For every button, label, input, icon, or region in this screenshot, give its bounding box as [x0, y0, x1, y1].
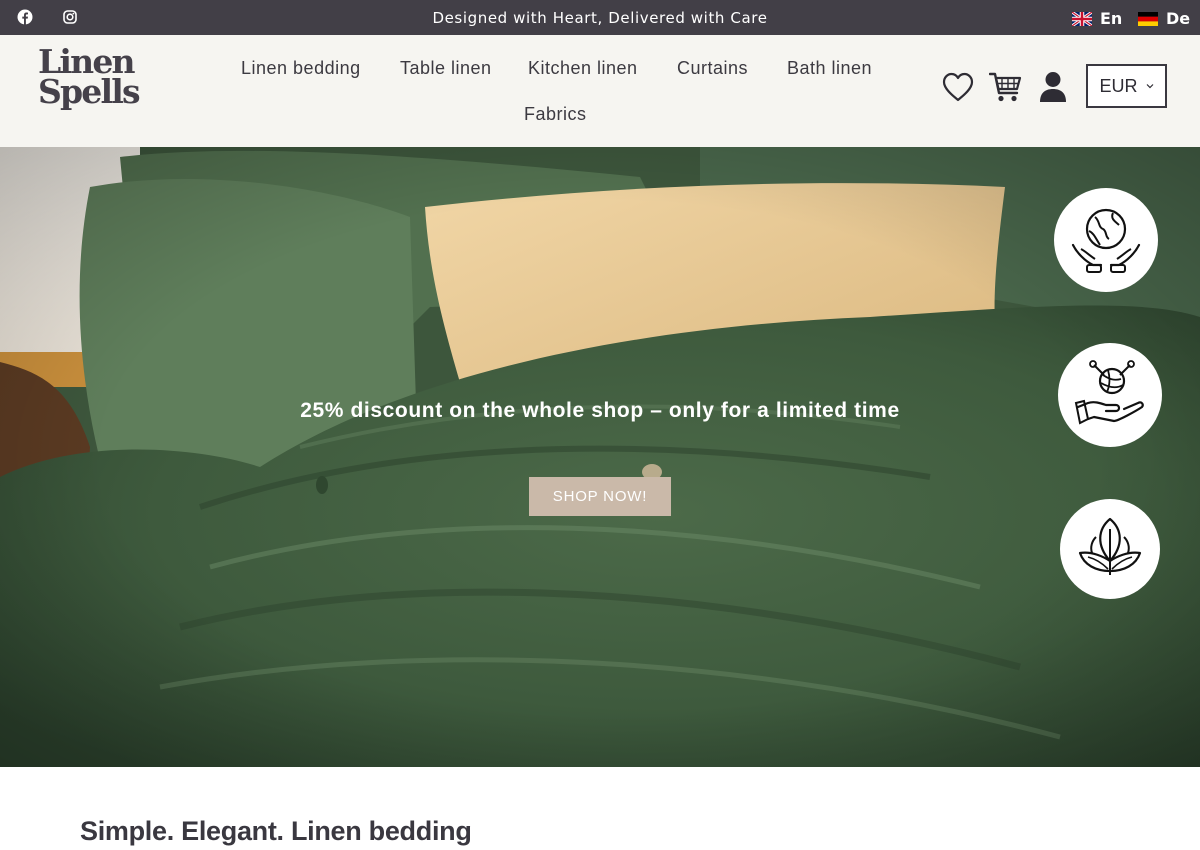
tagline: Designed with Heart, Delivered with Care: [432, 9, 768, 27]
currency-selector[interactable]: EUR: [1086, 64, 1167, 108]
yarn-hand-icon: [1074, 360, 1144, 425]
logo-line-2: Spells: [38, 72, 141, 111]
user-icon[interactable]: [1038, 70, 1068, 104]
shop-now-button[interactable]: SHOP NOW!: [529, 477, 671, 516]
nav-table-linen[interactable]: Table linen: [400, 58, 492, 79]
globe-hands-icon: [1071, 208, 1141, 273]
heart-icon[interactable]: [941, 71, 975, 103]
badge-globe: [1054, 188, 1158, 292]
language-de[interactable]: De: [1138, 9, 1190, 28]
language-en[interactable]: En: [1072, 9, 1122, 28]
hero-image: [0, 147, 1200, 767]
badge-yarn: [1058, 343, 1162, 447]
chevron-down-icon: [1146, 84, 1153, 89]
site-header: Linen Spells Linen bedding Table linen K…: [0, 35, 1200, 147]
logo[interactable]: Linen Spells: [38, 45, 148, 111]
badge-leaf: [1060, 499, 1160, 599]
language-en-label: En: [1100, 9, 1123, 28]
nav-curtains[interactable]: Curtains: [677, 58, 748, 79]
nav-kitchen-linen[interactable]: Kitchen linen: [528, 58, 638, 79]
hero-banner: 25% discount on the whole shop – only fo…: [0, 147, 1200, 767]
cart-icon[interactable]: [988, 70, 1022, 104]
leaf-icon: [1078, 517, 1142, 575]
currency-value: EUR: [1099, 75, 1138, 96]
nav-linen-bedding[interactable]: Linen bedding: [241, 58, 361, 79]
nav-bath-linen[interactable]: Bath linen: [787, 58, 872, 79]
section-title: Simple. Elegant. Linen bedding: [80, 816, 472, 846]
hero-headline: 25% discount on the whole shop – only fo…: [300, 399, 900, 422]
germany-flag-icon: [1138, 11, 1158, 26]
uk-flag-icon: [1072, 11, 1092, 26]
nav-fabrics[interactable]: Fabrics: [524, 104, 587, 125]
language-de-label: De: [1166, 9, 1191, 28]
announcement-bar: Designed with Heart, Delivered with Care…: [0, 0, 1200, 35]
